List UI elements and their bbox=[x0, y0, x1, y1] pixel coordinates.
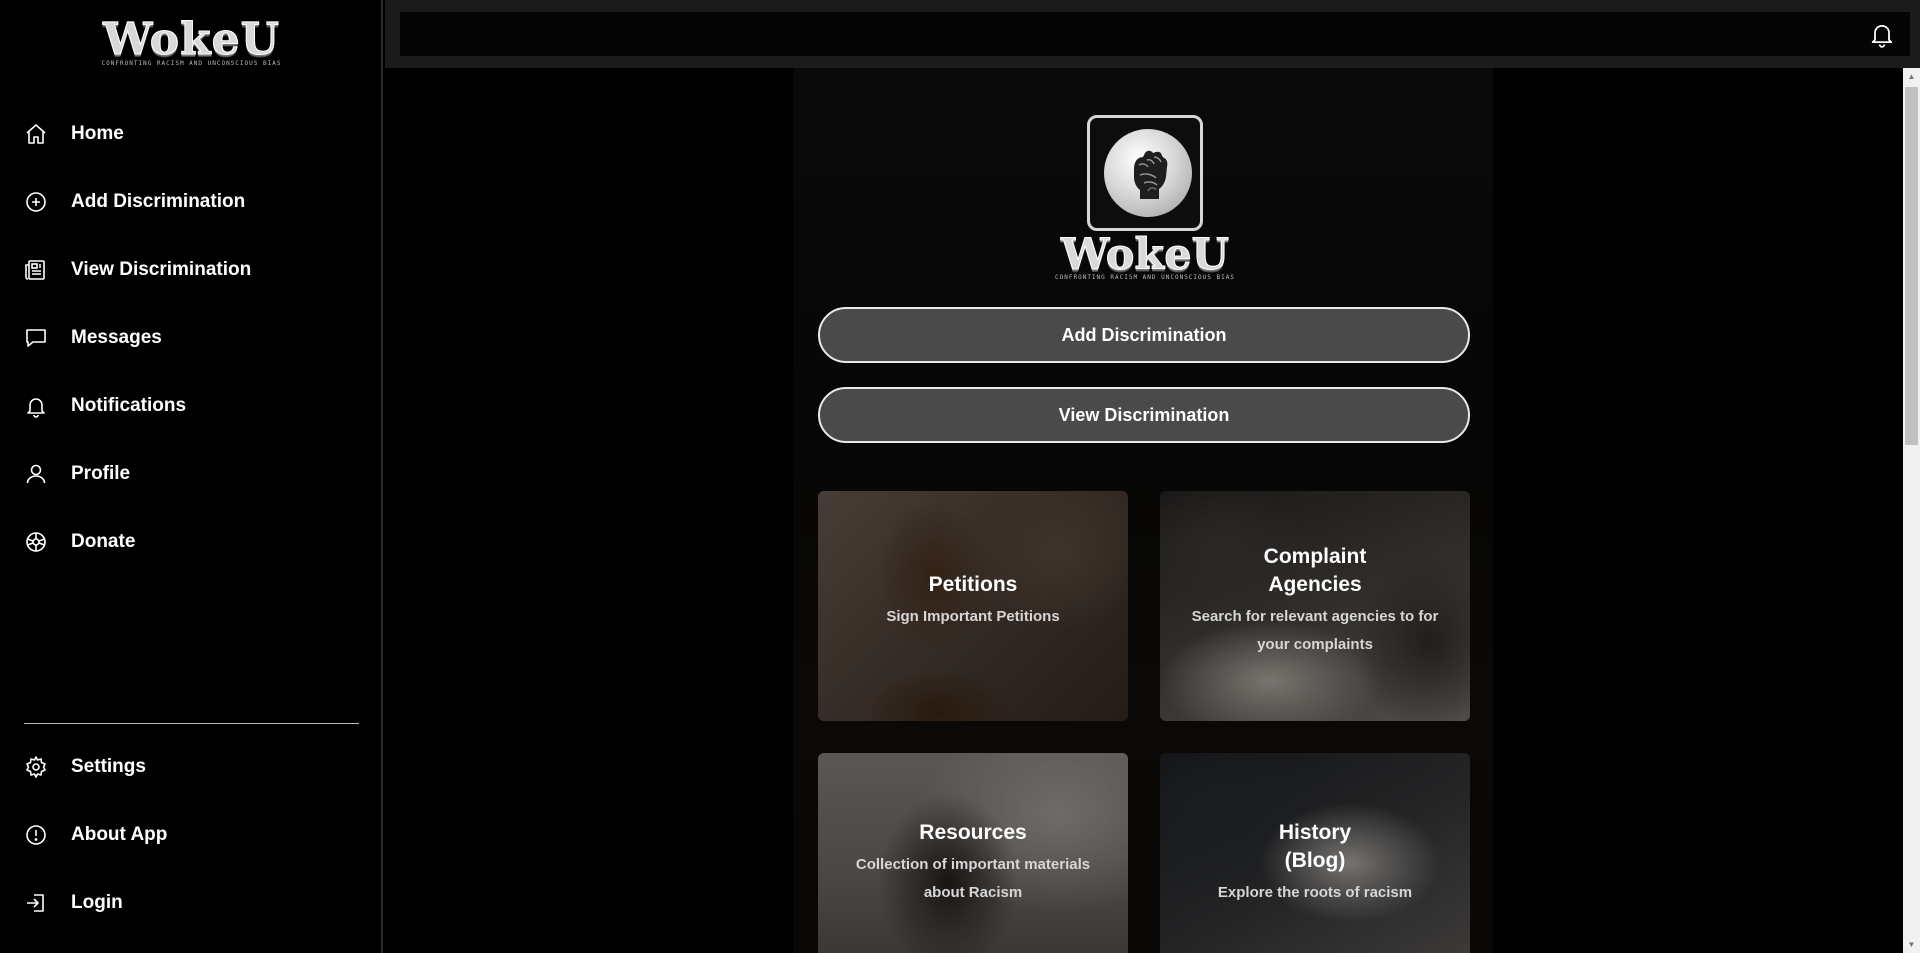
scroll-up-arrow-icon[interactable]: ▲ bbox=[1903, 68, 1920, 85]
sidebar-item-label: View Discrimination bbox=[71, 259, 252, 280]
card-petitions[interactable]: Petitions Sign Important Petitions bbox=[818, 491, 1128, 721]
sidebar-divider bbox=[24, 723, 359, 724]
info-circle-icon bbox=[26, 825, 46, 845]
card-text: Complaint Agencies Search for relevant a… bbox=[1180, 543, 1450, 659]
sidebar-item-label: Add Discrimination bbox=[71, 191, 246, 212]
card-resources[interactable]: Resources Collection of important materi… bbox=[818, 753, 1128, 953]
header bbox=[385, 0, 1920, 68]
top-bar bbox=[400, 12, 1910, 56]
card-title: Petitions bbox=[928, 573, 1018, 596]
sidebar-item-label: Profile bbox=[71, 463, 131, 484]
card-subtitle: Explore the roots of racism bbox=[1217, 884, 1413, 901]
card-history-blog[interactable]: History (Blog) Explore the roots of raci… bbox=[1160, 753, 1470, 953]
login-icon bbox=[27, 894, 44, 912]
scrollbar-thumb[interactable] bbox=[1905, 87, 1918, 445]
card-subtitle: Collection of important materials about … bbox=[855, 856, 1091, 901]
add-discrimination-button[interactable]: Add Discrimination bbox=[818, 307, 1470, 363]
sidebar-item-view-discrimination[interactable]: View Discrimination bbox=[24, 236, 359, 304]
sidebar: WokeU CONFRONTING RACISM AND UNCONSCIOUS… bbox=[0, 0, 383, 953]
sidebar-item-about-app[interactable]: About App bbox=[24, 801, 359, 869]
card-title: Complaint Agencies bbox=[1263, 545, 1367, 596]
card-complaint-agencies[interactable]: Complaint Agencies Search for relevant a… bbox=[1160, 491, 1470, 721]
raised-fist-icon bbox=[1134, 150, 1168, 199]
bell-icon[interactable] bbox=[1868, 20, 1896, 48]
gear-icon bbox=[26, 756, 46, 778]
sidebar-item-messages[interactable]: Messages bbox=[24, 304, 359, 372]
sidebar-item-label: Donate bbox=[71, 531, 136, 552]
sidebar-item-label: Settings bbox=[71, 756, 146, 777]
main-content: WokeU CONFRONTING RACISM AND UNCONSCIOUS… bbox=[385, 68, 1903, 953]
card-title: History (Blog) bbox=[1278, 821, 1352, 872]
home-icon bbox=[26, 124, 46, 144]
hero-wordmark: WokeU bbox=[1060, 230, 1230, 280]
bell-icon bbox=[27, 398, 45, 418]
card-subtitle: Sign Important Petitions bbox=[886, 608, 1060, 625]
page-scrollbar[interactable]: ▲ ▼ bbox=[1903, 68, 1920, 953]
card-subtitle: Search for relevant agencies to for your… bbox=[1191, 608, 1439, 653]
sidebar-item-label: Messages bbox=[71, 327, 162, 348]
hero-logo bbox=[1087, 115, 1203, 231]
sidebar-item-donate[interactable]: Donate bbox=[24, 508, 359, 576]
sidebar-bottom-nav: Settings About App Login bbox=[24, 733, 359, 937]
user-icon bbox=[26, 464, 46, 484]
logo-wordmark: WokeU bbox=[102, 14, 281, 65]
card-text: History (Blog) Explore the roots of raci… bbox=[1180, 819, 1450, 907]
logo-tagline: CONFRONTING RACISM AND UNCONSCIOUS BIAS bbox=[101, 60, 282, 67]
chat-bubble-icon bbox=[26, 329, 46, 347]
card-text: Resources Collection of important materi… bbox=[838, 819, 1108, 907]
sidebar-item-profile[interactable]: Profile bbox=[24, 440, 359, 508]
donate-icon bbox=[26, 532, 46, 552]
hero-tagline: CONFRONTING RACISM AND UNCONSCIOUS BIAS bbox=[1055, 274, 1235, 281]
sidebar-item-settings[interactable]: Settings bbox=[24, 733, 359, 801]
sidebar-item-add-discrimination[interactable]: Add Discrimination bbox=[24, 168, 359, 236]
sidebar-item-label: About App bbox=[71, 824, 168, 845]
card-text: Petitions Sign Important Petitions bbox=[838, 571, 1108, 631]
card-title: Resources bbox=[919, 821, 1027, 844]
sidebar-logo[interactable]: WokeU CONFRONTING RACISM AND UNCONSCIOUS… bbox=[0, 14, 383, 67]
sidebar-nav: Home Add Discrimination View Discriminat… bbox=[24, 100, 359, 576]
newspaper-icon bbox=[25, 260, 45, 280]
sidebar-item-label: Login bbox=[71, 892, 123, 913]
view-discrimination-button[interactable]: View Discrimination bbox=[818, 387, 1470, 443]
sidebar-item-login[interactable]: Login bbox=[24, 869, 359, 937]
sidebar-item-label: Notifications bbox=[71, 395, 187, 416]
sidebar-item-label: Home bbox=[71, 123, 124, 144]
sidebar-item-home[interactable]: Home bbox=[24, 100, 359, 168]
logo-circle bbox=[1104, 129, 1192, 217]
scroll-down-arrow-icon[interactable]: ▼ bbox=[1903, 936, 1920, 953]
sidebar-item-notifications[interactable]: Notifications bbox=[24, 372, 359, 440]
plus-circle-icon bbox=[26, 192, 46, 212]
